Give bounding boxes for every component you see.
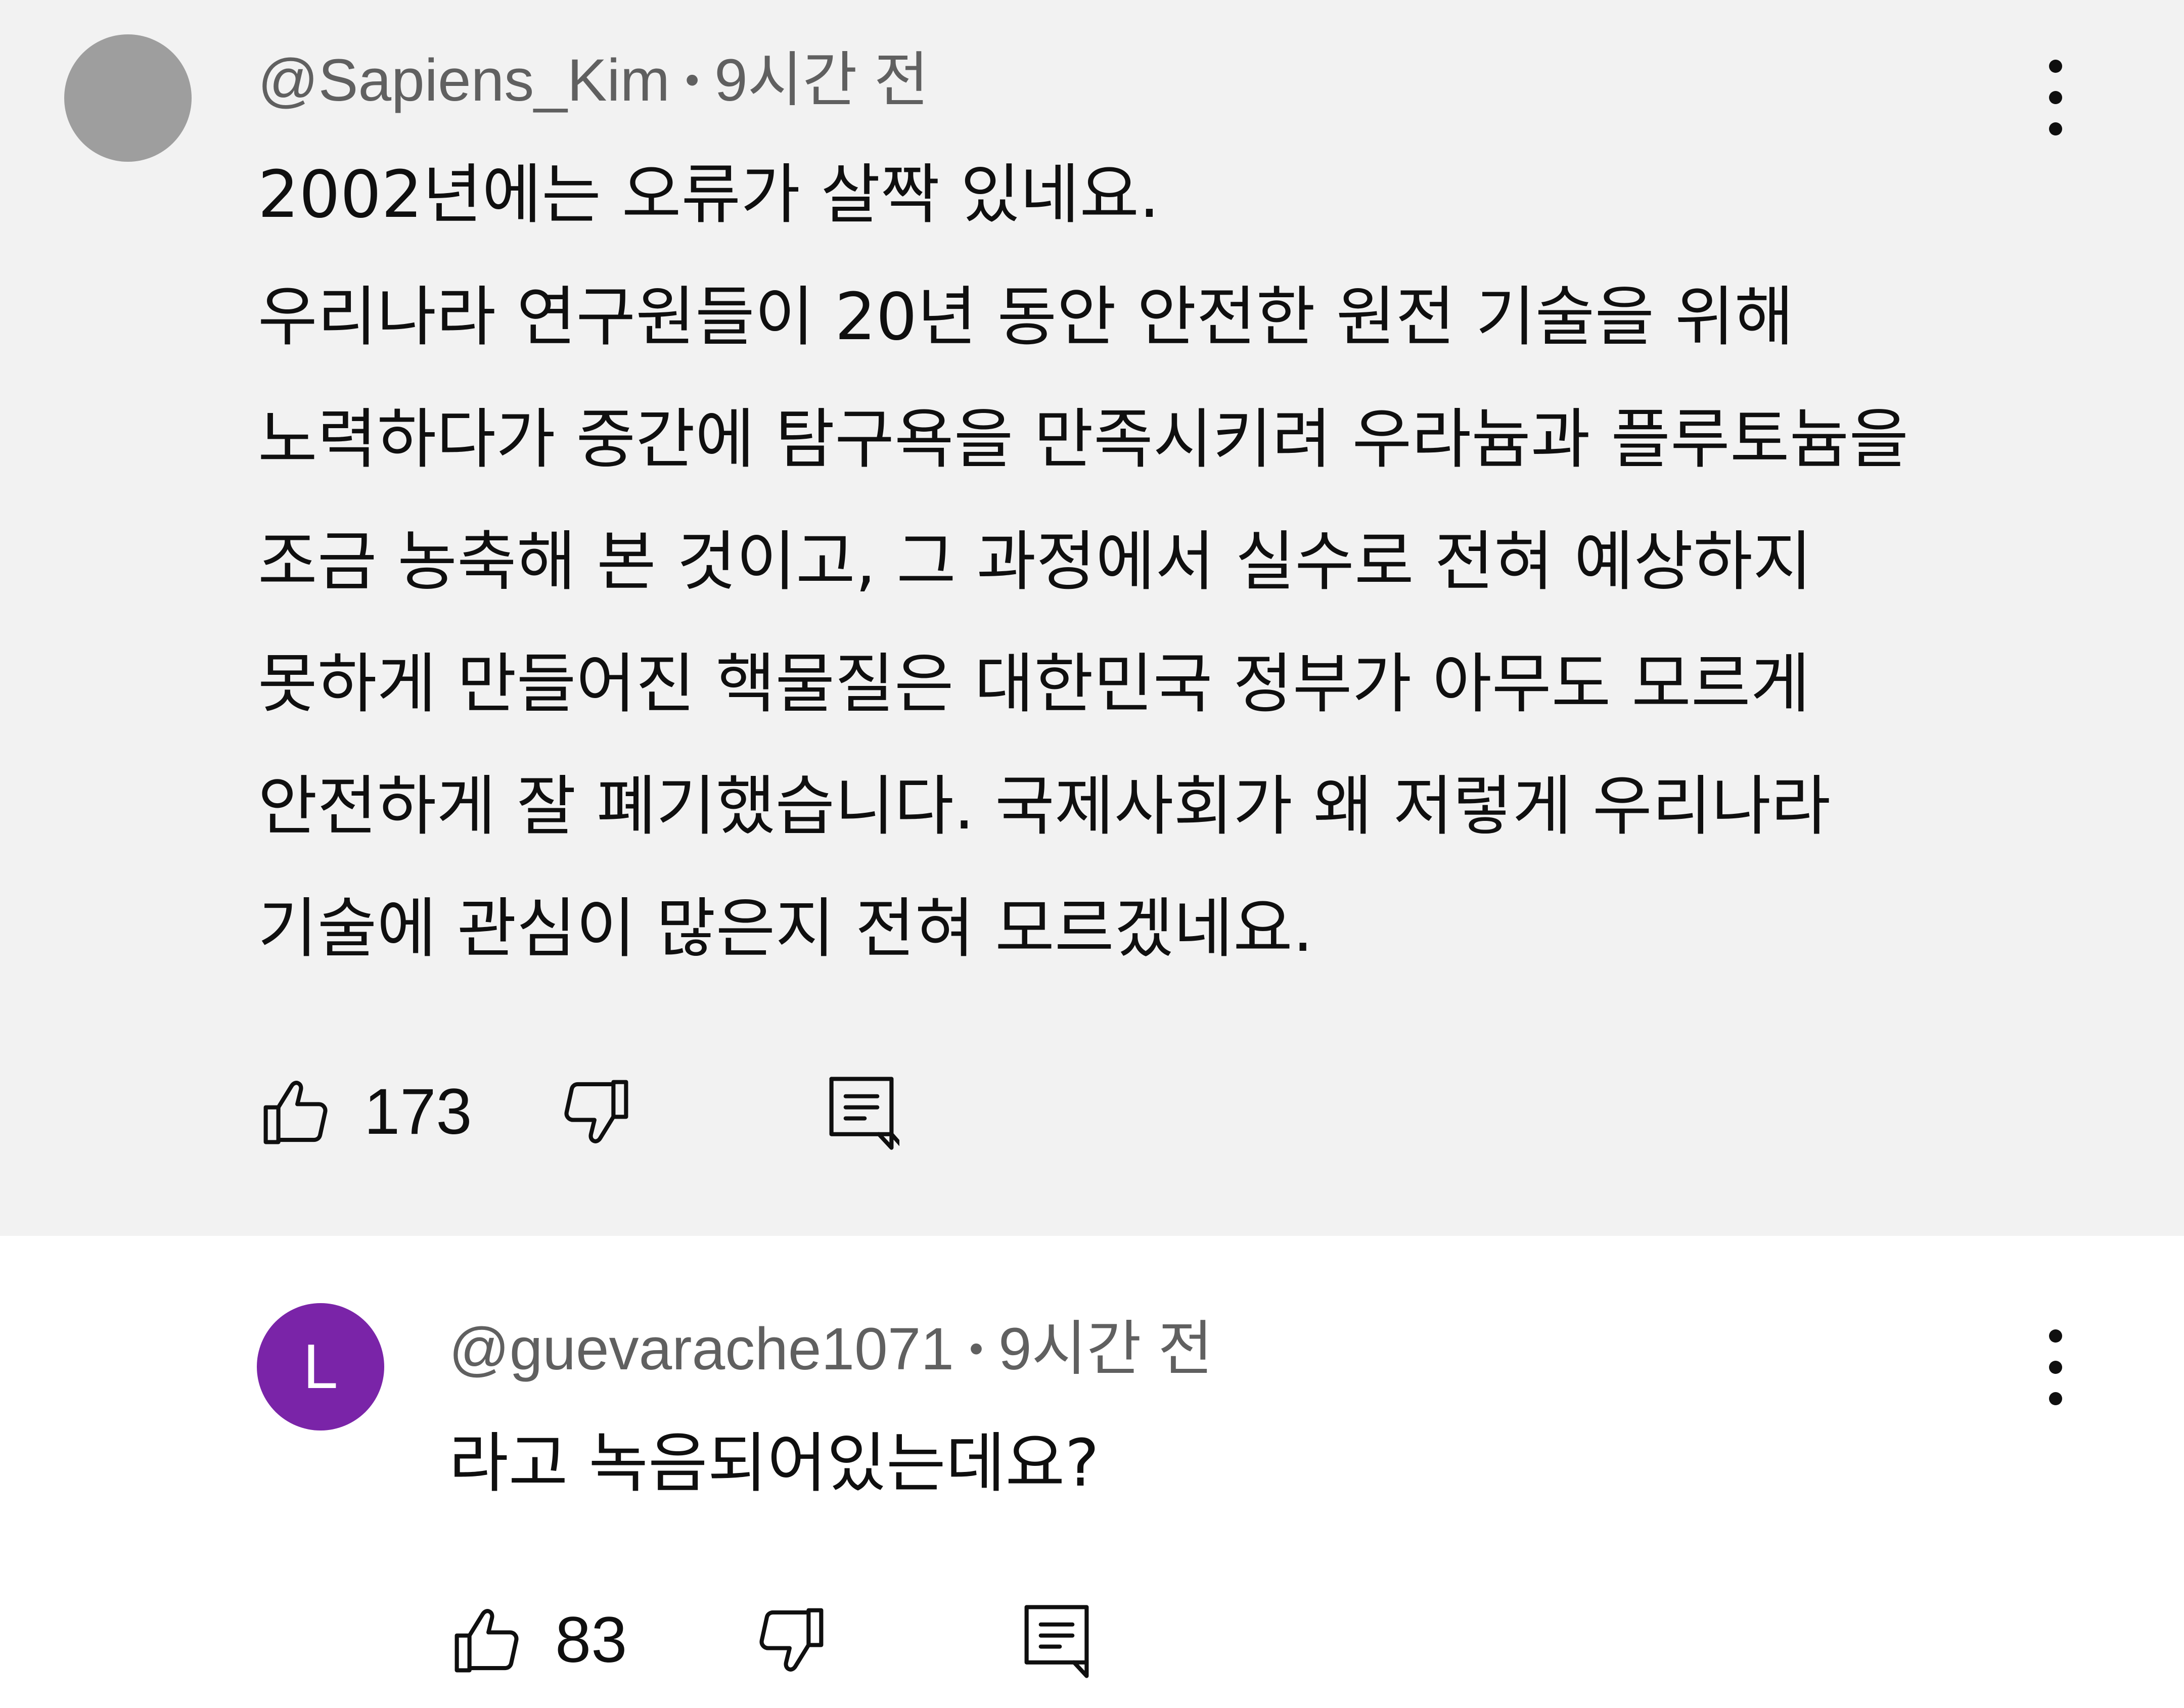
reply-button[interactable]: [1019, 1597, 1095, 1683]
dislike-button[interactable]: [753, 1602, 829, 1678]
thumbs-up-icon: [263, 1081, 328, 1144]
comment-line: 노력하다가 중간에 탐구욕을 만족시키려 우라늄과 플루토늄을: [258, 402, 1909, 477]
reply-comment-icon: [1024, 1605, 1089, 1678]
comment-text: 2002년에는 오류가 살짝 있네요. 우리나라 연구원들이 20년 동안 안전한…: [258, 134, 1908, 990]
like-button[interactable]: 173: [258, 1074, 472, 1150]
reply-button[interactable]: [824, 1069, 899, 1155]
thumbs-up-icon: [454, 1609, 519, 1673]
more-vertical-icon[interactable]: [2040, 1329, 2071, 1405]
comment-meta: @guevarache1071 • 9시간 전: [449, 1319, 1213, 1379]
meta-separator: •: [969, 1326, 983, 1371]
comment-line: 라고 녹음되어있는데요?: [449, 1426, 1100, 1501]
author-name[interactable]: @guevarache1071: [449, 1316, 954, 1382]
comment-meta: @Sapiens_Kim • 9시간 전: [258, 51, 929, 110]
comment-line: 우리나라 연구원들이 20년 동안 안전한 원전 기술을 위해: [258, 280, 1794, 355]
avatar[interactable]: L: [257, 1303, 384, 1430]
like-count: 83: [555, 1604, 627, 1676]
comment-text: 라고 녹음되어있는데요?: [449, 1403, 1099, 1525]
meta-separator: •: [685, 57, 700, 102]
comment-line: 조금 농축해 본 것이고, 그 과정에서 실수로 전혀 예상하지: [258, 524, 1812, 599]
comment-actions: 83: [449, 1595, 1095, 1686]
author-name[interactable]: @Sapiens_Kim: [258, 47, 670, 114]
thumbs-down-icon: [564, 1080, 628, 1143]
timestamp: 9시간 전: [714, 47, 929, 114]
comment-actions: 173: [258, 1067, 899, 1158]
more-vertical-icon[interactable]: [2040, 60, 2071, 135]
comment-line: 못하게 만들어진 핵물질은 대한민국 정부가 아무도 모르게: [258, 647, 1810, 722]
comment-line: 기술에 관심이 많은지 전혀 모르겠네요.: [258, 891, 1313, 966]
timestamp: 9시간 전: [998, 1316, 1213, 1382]
thumbs-down-icon: [759, 1608, 824, 1672]
reply-comment-icon: [829, 1077, 899, 1150]
comment-reply: L @guevarache1071 • 9시간 전 라고 녹음되어있는데요? 83: [0, 1236, 2184, 1708]
like-button[interactable]: 83: [449, 1602, 627, 1678]
comment-line: 안전하게 잘 폐기했습니다. 국제사회가 왜 저렇게 우리나라: [258, 769, 1831, 844]
comment-highlighted: @Sapiens_Kim • 9시간 전 2002년에는 오류가 살짝 있네요. 우리…: [0, 0, 2184, 1236]
dislike-button[interactable]: [558, 1074, 634, 1150]
like-count: 173: [364, 1076, 472, 1148]
comment-line: 2002년에는 오류가 살짝 있네요.: [258, 157, 1160, 233]
avatar[interactable]: [64, 34, 192, 162]
